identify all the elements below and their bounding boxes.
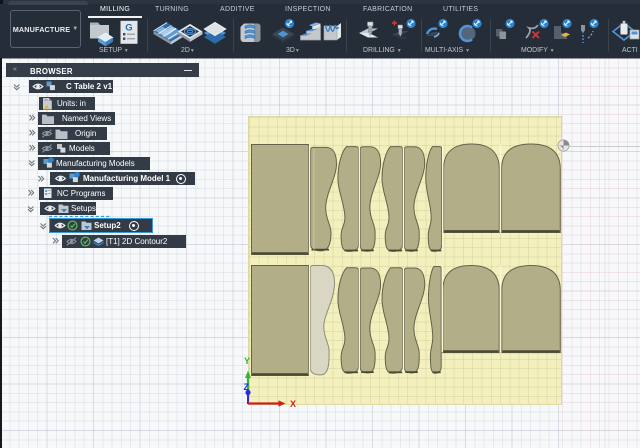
svg-text:G: G (125, 23, 132, 34)
svg-text:X: X (290, 399, 296, 409)
svg-text:Y: Y (244, 356, 250, 366)
